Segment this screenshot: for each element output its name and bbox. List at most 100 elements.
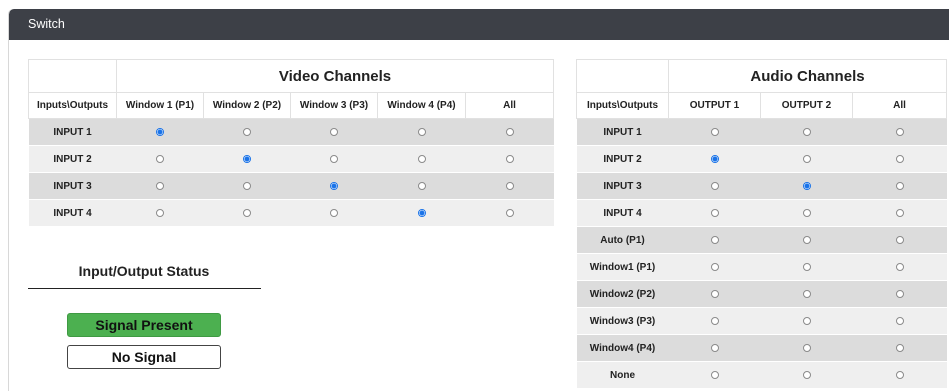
audio-row-label: INPUT 3 (576, 172, 669, 200)
video-row-label: INPUT 4 (28, 199, 117, 226)
video-row: INPUT 4 (28, 199, 554, 226)
audio-row-label: Window4 (P4) (576, 334, 669, 362)
video-routing-radio[interactable] (243, 154, 251, 163)
audio-cell (852, 145, 947, 173)
audio-routing-radio[interactable] (895, 181, 904, 190)
video-cell (465, 145, 554, 173)
audio-channels-table: Audio Channels Inputs\Outputs OUTPUT 1 OUT… (576, 59, 947, 388)
audio-cell (668, 199, 761, 227)
video-routing-radio[interactable] (505, 154, 514, 163)
video-routing-radio[interactable] (243, 127, 251, 136)
video-routing-radio[interactable] (505, 208, 514, 217)
audio-cell (760, 145, 853, 173)
audio-routing-radio[interactable] (895, 154, 904, 163)
audio-cell (760, 307, 853, 335)
audio-row: Window1 (P1) (576, 253, 947, 281)
audio-routing-radio[interactable] (802, 370, 811, 379)
audio-routing-radio[interactable] (802, 316, 811, 325)
audio-routing-radio[interactable] (710, 127, 719, 136)
video-routing-radio[interactable] (417, 127, 426, 136)
audio-routing-radio[interactable] (895, 127, 904, 136)
video-routing-radio[interactable] (156, 127, 164, 136)
video-column-header: All (464, 92, 555, 119)
audio-row: Window4 (P4) (576, 334, 947, 362)
video-routing-radio[interactable] (156, 208, 164, 217)
audio-routing-radio[interactable] (802, 289, 811, 298)
audio-routing-radio[interactable] (710, 262, 719, 271)
audio-row: INPUT 1 (576, 118, 947, 146)
audio-routing-radio[interactable] (895, 316, 904, 325)
audio-row: None (576, 361, 947, 388)
io-status-title: Input/Output Status (78, 263, 210, 279)
video-cell (290, 199, 378, 226)
audio-routing-radio[interactable] (802, 343, 811, 352)
video-column-header: Window 4 (P4) (377, 92, 466, 119)
audio-row-label: INPUT 2 (576, 145, 669, 173)
audio-routing-radio[interactable] (895, 343, 904, 352)
audio-routing-radio[interactable] (710, 235, 719, 244)
audio-cell (760, 361, 853, 388)
audio-routing-radio[interactable] (710, 289, 719, 298)
audio-cell (668, 118, 761, 146)
audio-cell (668, 226, 761, 254)
video-row: INPUT 2 (28, 145, 554, 173)
audio-routing-radio[interactable] (802, 154, 811, 163)
panel-title: Switch (28, 17, 65, 31)
audio-cell (760, 199, 853, 227)
audio-routing-radio[interactable] (895, 262, 904, 271)
video-cell (203, 118, 291, 146)
video-cell (377, 145, 466, 173)
video-routing-radio[interactable] (330, 127, 338, 136)
audio-row: INPUT 4 (576, 199, 947, 227)
audio-routing-radio[interactable] (710, 370, 719, 379)
video-routing-radio[interactable] (156, 181, 164, 190)
audio-routing-radio[interactable] (895, 289, 904, 298)
video-column-header: Window 1 (P1) (116, 92, 204, 119)
audio-routing-radio[interactable] (895, 370, 904, 379)
video-routing-radio[interactable] (330, 208, 338, 217)
audio-routing-radio[interactable] (802, 235, 811, 244)
video-routing-radio[interactable] (330, 154, 338, 163)
video-row-label: INPUT 2 (28, 145, 117, 173)
video-routing-radio[interactable] (243, 208, 251, 217)
audio-routing-radio[interactable] (895, 235, 904, 244)
audio-cell (852, 172, 947, 200)
video-routing-radio[interactable] (505, 181, 514, 190)
video-cell (116, 172, 204, 200)
audio-row-label: None (576, 361, 669, 388)
audio-routing-radio[interactable] (710, 154, 719, 163)
audio-row-label: Auto (P1) (576, 226, 669, 254)
audio-cell (668, 307, 761, 335)
video-routing-radio[interactable] (417, 154, 426, 163)
video-cell (377, 199, 466, 226)
video-routing-radio[interactable] (417, 208, 426, 217)
audio-cell (668, 253, 761, 281)
audio-row-label: INPUT 1 (576, 118, 669, 146)
panel-header: Switch (9, 9, 949, 40)
audio-cell (668, 280, 761, 308)
video-cell (465, 118, 554, 146)
video-routing-radio[interactable] (505, 127, 514, 136)
video-cell (465, 172, 554, 200)
video-row-label: INPUT 3 (28, 172, 117, 200)
audio-routing-radio[interactable] (710, 343, 719, 352)
audio-routing-radio[interactable] (802, 181, 811, 190)
video-channels-table: Video Channels Inputs\Outputs Window 1 (P… (28, 59, 555, 226)
audio-routing-radio[interactable] (802, 127, 811, 136)
audio-row-label: Window1 (P1) (576, 253, 669, 281)
video-routing-radio[interactable] (417, 181, 426, 190)
audio-cell (852, 280, 947, 308)
video-routing-radio[interactable] (243, 181, 251, 190)
audio-cell (760, 280, 853, 308)
audio-routing-radio[interactable] (710, 316, 719, 325)
video-routing-radio[interactable] (156, 154, 164, 163)
audio-routing-radio[interactable] (802, 208, 811, 217)
audio-cell (760, 172, 853, 200)
audio-routing-radio[interactable] (710, 208, 719, 217)
audio-cell (760, 253, 853, 281)
audio-routing-radio[interactable] (802, 262, 811, 271)
audio-routing-radio[interactable] (710, 181, 719, 190)
video-cell (465, 199, 554, 226)
audio-routing-radio[interactable] (895, 208, 904, 217)
video-routing-radio[interactable] (330, 181, 338, 190)
